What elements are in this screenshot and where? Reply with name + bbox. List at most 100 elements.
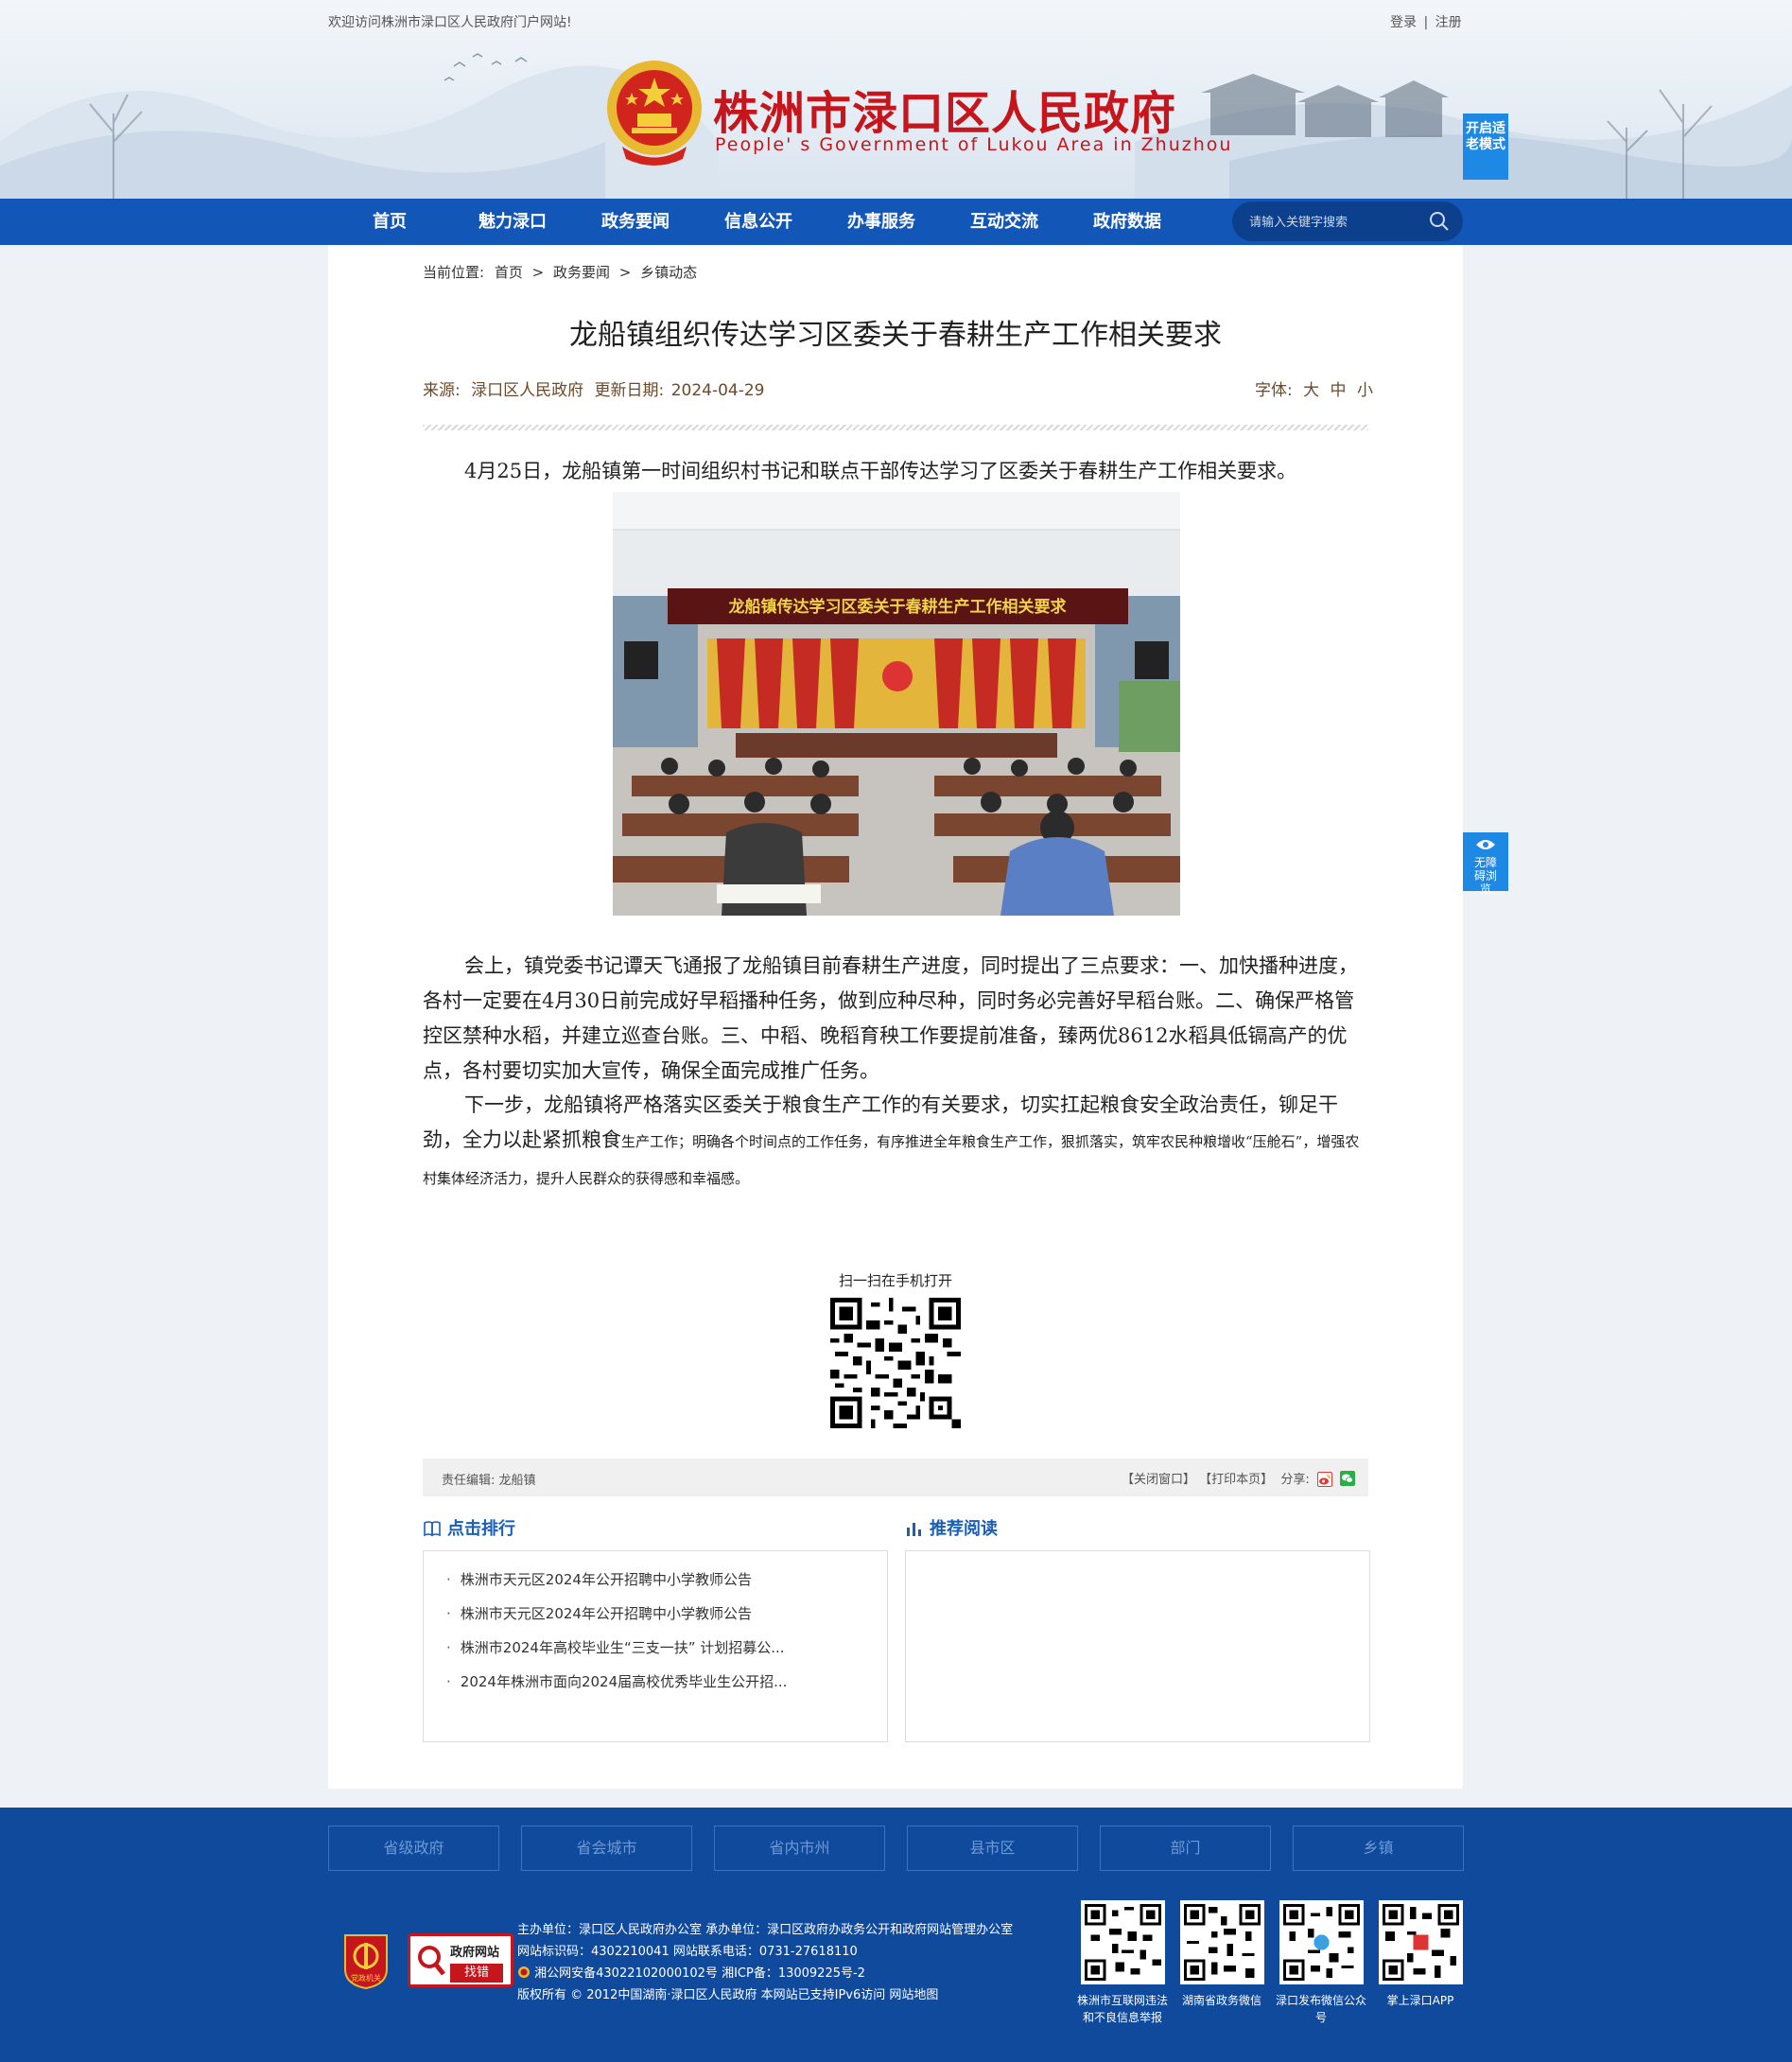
- article-paragraph: 下一步，龙船镇将严格落实区委关于粮食生产工作的有关要求，切实扛起粮食安全政治责任…: [423, 1088, 1368, 1197]
- rank-link[interactable]: 株洲市天元区2024年公开招聘中小学教师公告: [461, 1571, 752, 1588]
- article-qr-code: [830, 1298, 961, 1428]
- rank-section-title: 点击排行: [447, 1519, 515, 1539]
- list-item[interactable]: 2024年株洲市面向2024届高校优秀毕业生公开招...: [446, 1665, 887, 1699]
- wechat-share-icon[interactable]: [1340, 1471, 1355, 1486]
- breadcrumb: 当前位置: 首页 > 政务要闻 > 乡镇动态: [423, 262, 697, 282]
- list-item[interactable]: 株洲市天元区2024年公开招聘中小学教师公告: [446, 1597, 887, 1631]
- search-icon[interactable]: [1429, 211, 1450, 232]
- footer-link-provincial[interactable]: 省级政府: [328, 1826, 499, 1871]
- editor-bar: 责任编辑: 龙船镇 【关闭窗口】 【打印本页】 分享:: [423, 1459, 1368, 1496]
- hunan-wechat-qr-code: [1180, 1900, 1264, 1984]
- date-value: 2024-04-29: [670, 381, 765, 400]
- dotted-divider: [423, 425, 1368, 430]
- qr-label: 扫一扫在手机打开: [838, 1272, 952, 1289]
- editor-info: 责任编辑: 龙船镇: [442, 1470, 536, 1488]
- site-header: 欢迎访问株洲市渌口区人民政府门户网站! 登录 | 注册 株洲市渌口区人民政府 P…: [0, 0, 1792, 199]
- breadcrumb-home[interactable]: 首页: [495, 264, 523, 281]
- rank-section-header: 点击排行: [423, 1515, 515, 1540]
- recommend-list-box: [905, 1550, 1370, 1742]
- qr-caption: 渌口发布微信公众号: [1276, 1994, 1367, 2024]
- main-nav: 首页 魅力渌口 政务要闻 信息公开 办事服务 互动交流 政府数据: [0, 199, 1792, 245]
- editor-value: 龙船镇: [498, 1474, 536, 1488]
- rank-list: 株洲市天元区2024年公开招聘中小学教师公告 株洲市天元区2024年公开招聘中小…: [424, 1551, 887, 1699]
- font-size-label: 字体:: [1255, 381, 1293, 400]
- list-item[interactable]: 株洲市天元区2024年公开招聘中小学教师公告: [446, 1563, 887, 1597]
- book-icon: [424, 1521, 441, 1537]
- breadcrumb-label: 当前位置:: [423, 264, 485, 281]
- editor-label: 责任编辑:: [442, 1474, 496, 1488]
- national-emblem-icon: [607, 61, 702, 166]
- source-label: 来源:: [423, 381, 461, 400]
- footer-link-cities[interactable]: 省内市州: [714, 1826, 885, 1871]
- source-value: 渌口区人民政府: [471, 381, 584, 400]
- lukou-wechat-qr-code: [1279, 1900, 1364, 1984]
- footer-link-townships[interactable]: 乡镇: [1293, 1826, 1464, 1871]
- font-size-small[interactable]: 小: [1357, 381, 1373, 400]
- rank-link[interactable]: 2024年株洲市面向2024届高校优秀毕业生公开招...: [461, 1673, 788, 1690]
- share-label: 分享:: [1280, 1473, 1310, 1487]
- breadcrumb-township[interactable]: 乡镇动态: [640, 264, 697, 281]
- font-size-medium[interactable]: 中: [1331, 381, 1347, 400]
- link-separator: |: [1423, 15, 1429, 30]
- meeting-photo: 龙船镇传达学习区委关于春耕生产工作相关要求: [613, 492, 1180, 916]
- nav-item-services[interactable]: 办事服务: [847, 199, 915, 245]
- footer-line-contact: 网站标识码：4302210041 网站联系电话：0731-27618110: [517, 1945, 858, 1959]
- login-link[interactable]: 登录: [1390, 15, 1417, 30]
- search-box: [1232, 201, 1463, 241]
- qr-caption: 株洲市互联网违法和不良信息举报: [1077, 1994, 1169, 2024]
- accessibility-label: 无障碍浏览: [1473, 856, 1497, 896]
- recommend-section-header: 推荐阅读: [905, 1515, 998, 1540]
- breadcrumb-sep: >: [618, 264, 632, 281]
- top-links: 登录 | 注册: [1390, 12, 1462, 31]
- date-label: 更新日期:: [594, 381, 665, 400]
- badge-top-text: 政府网站: [450, 1946, 500, 1960]
- nav-item-data[interactable]: 政府数据: [1093, 199, 1161, 245]
- article-container: 当前位置: 首页 > 政务要闻 > 乡镇动态 龙船镇组织传达学习区委关于春耕生产…: [328, 245, 1463, 1789]
- rank-link[interactable]: 株洲市天元区2024年公开招聘中小学教师公告: [461, 1605, 752, 1622]
- footer-link-capital[interactable]: 省会城市: [521, 1826, 692, 1871]
- footer-link-departments[interactable]: 部门: [1100, 1826, 1271, 1871]
- accessibility-button[interactable]: 无障碍浏览: [1463, 832, 1508, 896]
- nav-item-interaction[interactable]: 互动交流: [970, 199, 1038, 245]
- article-paragraph: 会上，镇党委书记谭天飞通报了龙船镇目前春耕生产进度，同时提出了三点要求：一、加快…: [423, 954, 1358, 1082]
- photo-banner-text: 龙船镇传达学习区委关于春耕生产工作相关要求: [728, 597, 1067, 617]
- footer-link-counties[interactable]: 县市区: [907, 1826, 1078, 1871]
- footer-info: 主办单位：渌口区人民政府办公室 承办单位：渌口区政府办政务公开和政府网站管理办公…: [517, 1919, 1013, 2006]
- footer-line-copyright: 版权所有 © 2012中国湖南·渌口区人民政府 本网站已支持IPv6访问 网站地…: [517, 1988, 939, 2002]
- register-link[interactable]: 注册: [1435, 15, 1462, 30]
- recommend-section-title: 推荐阅读: [930, 1519, 998, 1539]
- footer-line-organizer: 主办单位：渌口区人民政府办公室 承办单位：渌口区政府办政务公开和政府网站管理办公…: [517, 1923, 1014, 1937]
- badge-bottom-text: 找错: [450, 1964, 503, 1983]
- nav-item-home[interactable]: 首页: [373, 199, 407, 245]
- site-footer: 省级政府 省会城市 省内市州 县市区 部门 乡镇 党政机关 政府网站 找错 主办…: [0, 1808, 1792, 2062]
- qr-caption: 湖南省政务微信: [1181, 1994, 1261, 2007]
- party-government-badge-icon[interactable]: 党政机关: [341, 1931, 391, 1990]
- nav-item-disclosure[interactable]: 信息公开: [724, 199, 792, 245]
- close-window-link[interactable]: 【关闭窗口】: [1122, 1473, 1195, 1487]
- site-title: 株洲市渌口区人民政府: [713, 87, 1177, 140]
- lukou-app-qr-code: [1379, 1900, 1463, 1984]
- article-title: 龙船镇组织传达学习区委关于春耕生产工作相关要求: [569, 319, 1222, 352]
- weibo-share-icon[interactable]: [1316, 1472, 1332, 1487]
- welcome-text: 欢迎访问株洲市渌口区人民政府门户网站!: [328, 15, 572, 30]
- article-tools: 【关闭窗口】 【打印本页】 分享:: [1122, 1469, 1355, 1487]
- police-badge-icon: [518, 1966, 530, 1978]
- breadcrumb-sep: >: [531, 264, 545, 281]
- site-subtitle: People' s Government of Lukou Area in Zh…: [715, 134, 1233, 155]
- print-page-link[interactable]: 【打印本页】: [1199, 1473, 1273, 1487]
- nav-item-charm[interactable]: 魅力渌口: [478, 199, 547, 245]
- list-item[interactable]: 株洲市2024年高校毕业生“三支一扶” 计划招募公...: [446, 1631, 887, 1665]
- website-error-report-badge[interactable]: 政府网站 找错: [408, 1933, 513, 1987]
- nav-item-news[interactable]: 政务要闻: [601, 199, 670, 245]
- search-input[interactable]: [1249, 201, 1429, 241]
- font-size-switcher: 字体: 大 中 小: [1255, 376, 1373, 400]
- qr-caption: 掌上渌口APP: [1386, 1994, 1454, 2007]
- rank-link[interactable]: 株洲市2024年高校毕业生“三支一扶” 计划招募公...: [461, 1639, 785, 1656]
- footer-line-icp: 湘公网安备43022102000102号 湘ICP备：13009225号-2: [517, 1963, 1013, 1984]
- font-size-large[interactable]: 大: [1303, 381, 1319, 400]
- report-qr-code: [1081, 1900, 1165, 1984]
- breadcrumb-news[interactable]: 政务要闻: [553, 264, 610, 281]
- elder-mode-button[interactable]: 开启适老模式: [1463, 114, 1508, 180]
- article-paragraph: 4月25日，龙船镇第一时间组织村书记和联点干部传达学习了区委关于春耕生产工作相关…: [464, 460, 1297, 482]
- magnifier-icon: [418, 1946, 445, 1976]
